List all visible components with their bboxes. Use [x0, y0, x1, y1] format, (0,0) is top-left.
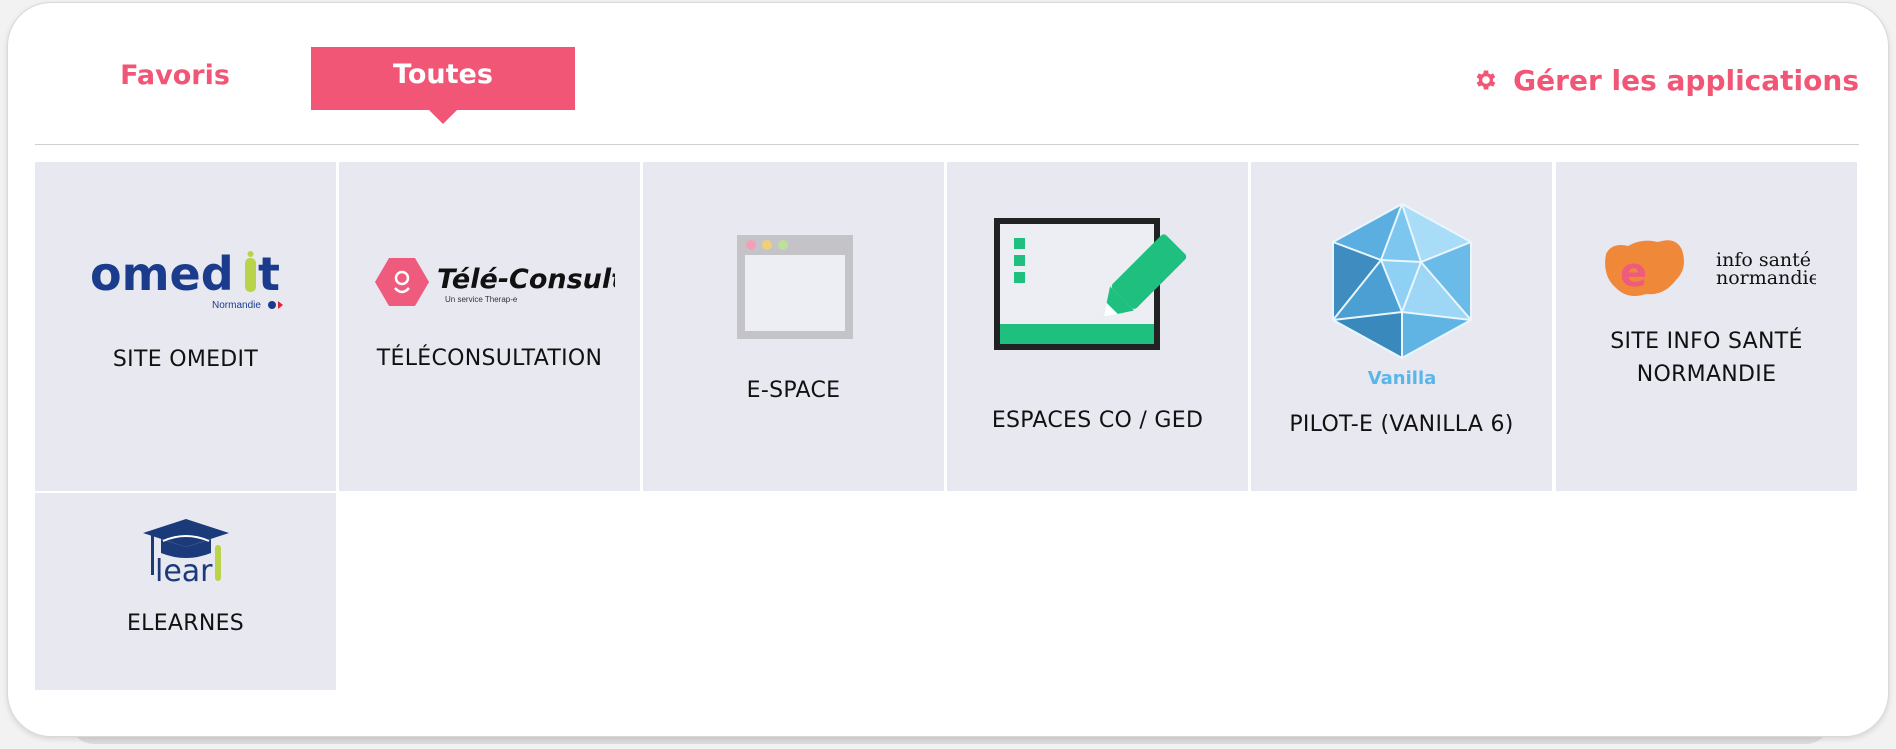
- omedit-wordmark-right: t: [258, 250, 280, 301]
- browser-window-icon: [737, 235, 853, 339]
- app-label-line2: NORMANDIE: [1636, 362, 1777, 387]
- tele-consult-wordmark: Télé-Consult: [437, 264, 615, 295]
- vanilla-logo: Vanilla: [1321, 202, 1483, 389]
- app-tile-omedit[interactable]: omed t Normandie SITE OMEDIT: [35, 162, 336, 491]
- app-tile-teleconsultation[interactable]: Télé-Consult Un service Therap-e TÉLÉCON…: [339, 162, 640, 491]
- tab-toutes-label: Toutes: [393, 59, 493, 90]
- tele-consult-logo: Télé-Consult Un service Therap-e: [375, 256, 625, 314]
- tab-favoris[interactable]: Favoris: [80, 40, 270, 110]
- app-label: ESPACES CO / GED: [991, 408, 1204, 433]
- app-label: SITE OMEDIT: [112, 347, 259, 372]
- info-sante-line2: normandie: [1716, 267, 1816, 289]
- app-label: ELEARNES: [126, 611, 245, 636]
- app-tile-pilot-e[interactable]: Vanilla PILOT-E (VANILLA 6): [1251, 162, 1552, 491]
- info-sante-logo: e info santé normandie: [1602, 236, 1820, 304]
- app-label: E-SPACE: [746, 378, 841, 403]
- app-label: TÉLÉCONSULTATION: [376, 346, 603, 371]
- svg-text:e: e: [1620, 250, 1647, 296]
- app-tile-espaces-co-ged[interactable]: ESPACES CO / GED: [947, 162, 1248, 491]
- active-tab-pointer: [429, 110, 457, 124]
- app-label: PILOT-E (VANILLA 6): [1289, 412, 1514, 437]
- app-tile-elearnes[interactable]: lear ELEARNES: [35, 493, 336, 690]
- manage-applications-label: Gérer les applications: [1513, 63, 1859, 97]
- manage-applications-link[interactable]: Gérer les applications: [1473, 60, 1859, 100]
- document-edit-icon: [994, 218, 1209, 350]
- omedit-subtitle: Normandie: [212, 300, 261, 311]
- tab-toutes[interactable]: Toutes: [311, 47, 575, 110]
- app-tile-info-sante[interactable]: e info santé normandie SITE INFO SANTÉ N…: [1556, 162, 1857, 491]
- elearnes-wordmark: lear: [155, 554, 213, 585]
- tele-consult-subtitle: Un service Therap-e: [445, 295, 518, 304]
- app-label-line1: SITE INFO SANTÉ: [1610, 329, 1803, 354]
- omedit-wordmark-left: omed: [90, 250, 234, 301]
- app-tile-espace[interactable]: E-SPACE: [643, 162, 944, 491]
- omedit-logo: omed t Normandie: [90, 247, 290, 311]
- gear-icon: [1476, 70, 1496, 90]
- header-divider: [35, 144, 1859, 145]
- vanilla-wordmark: Vanilla: [1368, 368, 1437, 388]
- elearnes-logo: lear: [141, 517, 231, 589]
- tab-favoris-label: Favoris: [120, 59, 230, 91]
